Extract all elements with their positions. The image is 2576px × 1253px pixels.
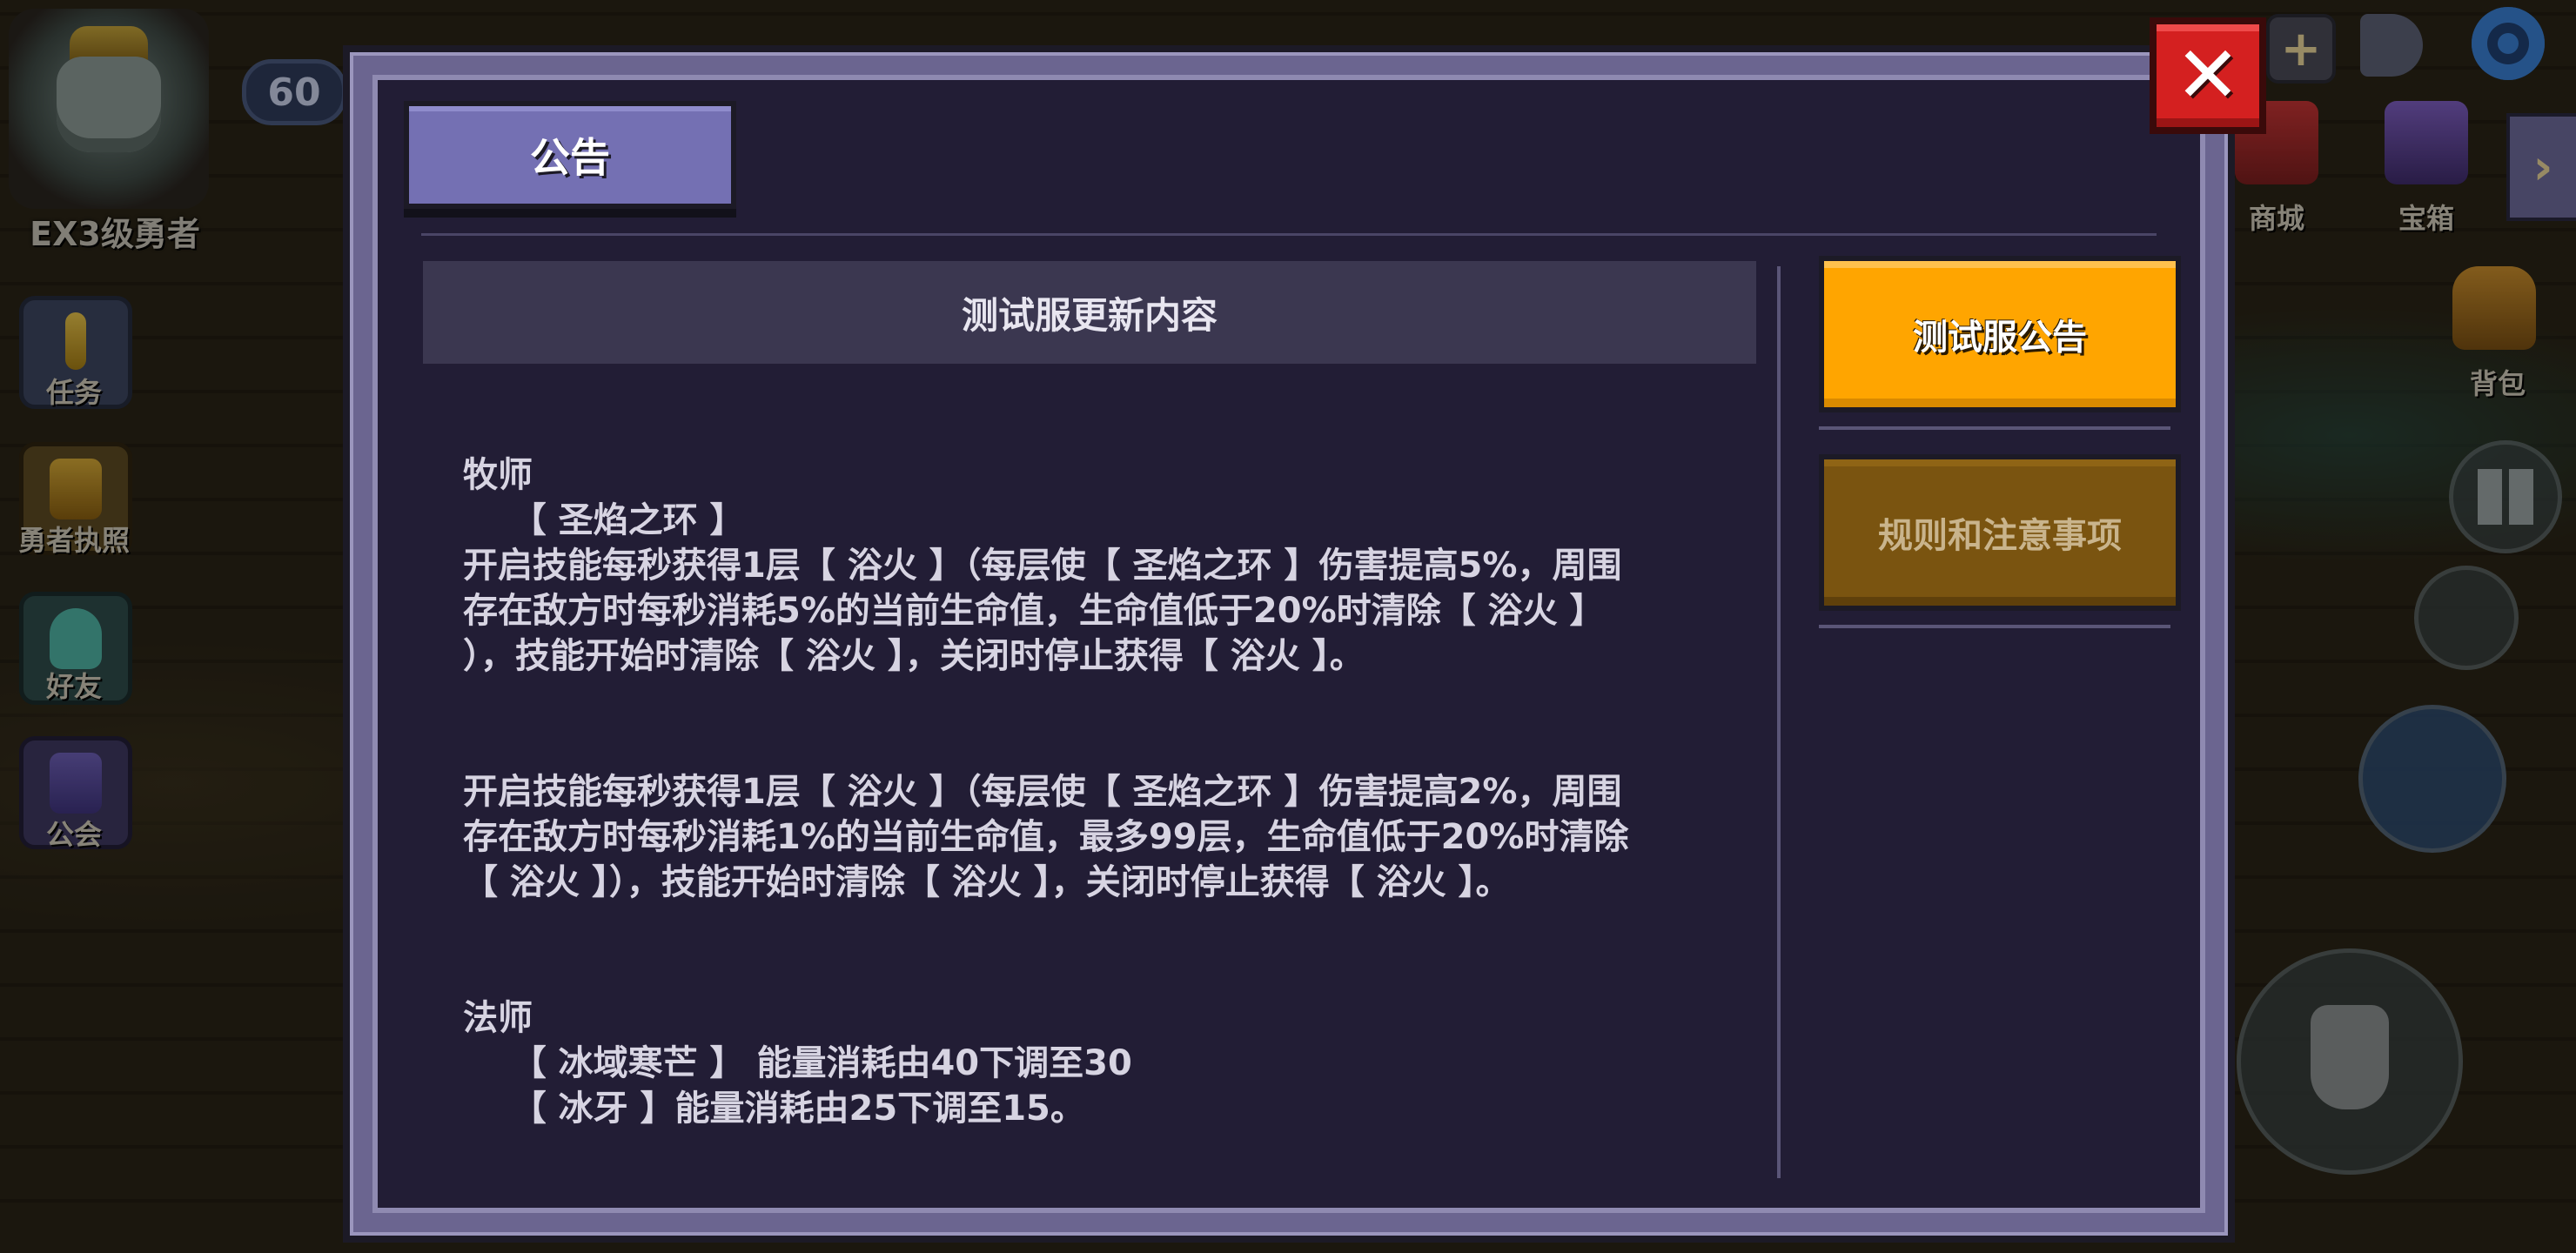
announcement-dialog: 公告 测试服更新内容 牧师 【 圣焰之环 】 开启技能每秒获得1层【 浴火 】（… — [343, 45, 2235, 1243]
dialog-body: 公告 测试服更新内容 牧师 【 圣焰之环 】 开启技能每秒获得1层【 浴火 】（… — [372, 75, 2205, 1213]
announcement-content[interactable]: 测试服更新内容 牧师 【 圣焰之环 】 开启技能每秒获得1层【 浴火 】（每层使… — [423, 261, 1756, 1209]
game-screen: 60 EX3级勇者 任务 勇者执照 好友 公会 + 商城 宝箱 › 背包 公告 … — [0, 0, 2576, 1253]
close-button[interactable]: ✕ — [2150, 17, 2266, 134]
side-tab-divider — [1819, 625, 2170, 628]
paragraph-priest: 牧师 【 圣焰之环 】 开启技能每秒获得1层【 浴火 】（每层使【 圣焰之环 】… — [463, 455, 1622, 676]
vertical-divider — [1777, 266, 1781, 1178]
content-title: 测试服更新内容 — [423, 261, 1756, 364]
title-divider — [421, 233, 2157, 236]
paragraph-priest-alt: 开启技能每秒获得1层【 浴火 】（每层使【 圣焰之环 】伤害提高2%，周围 存在… — [463, 772, 1629, 902]
tab-rules-and-notes[interactable]: 规则和注意事项 — [1819, 454, 2181, 611]
paragraph-mage: 法师 【 冰域寒芒 】 能量消耗由40下调至30 【 冰牙 】能量消耗由25下调… — [463, 998, 1132, 1129]
tab-test-server-notice[interactable]: 测试服公告 — [1819, 256, 2181, 412]
dialog-title-tab: 公告 — [404, 101, 736, 209]
side-tab-divider — [1819, 426, 2170, 430]
close-icon: ✕ — [2175, 30, 2241, 121]
content-text: 牧师 【 圣焰之环 】 开启技能每秒获得1层【 浴火 】（每层使【 圣焰之环 】… — [463, 452, 1751, 1131]
